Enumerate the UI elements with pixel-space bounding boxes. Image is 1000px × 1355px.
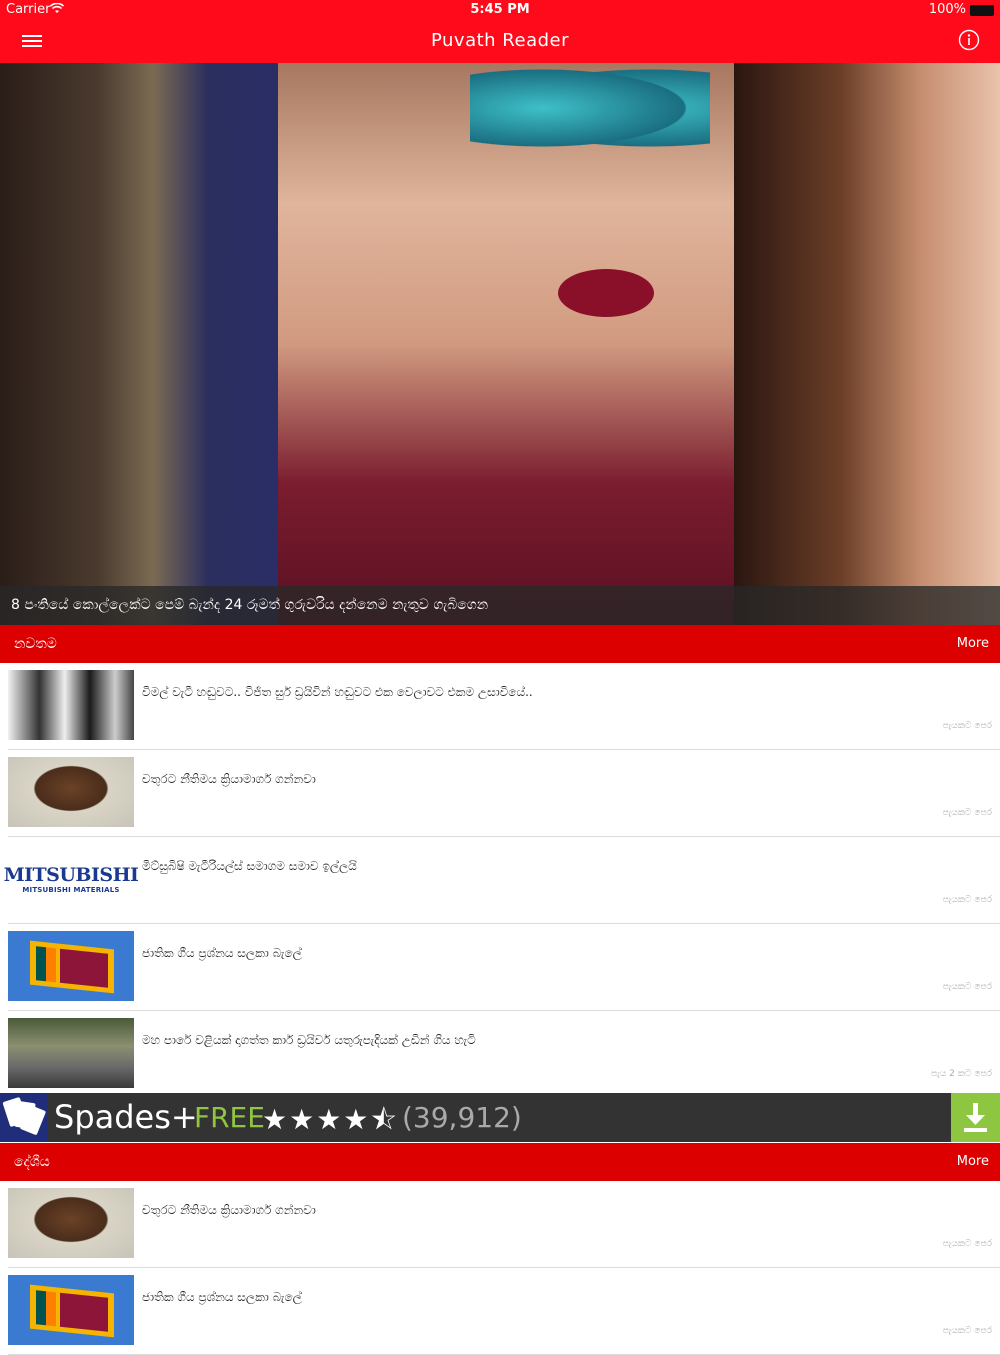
news-headline: මිට්සුබිෂි මැටීරියල්ස් සමාගම සමාව ඉල්ලයි bbox=[142, 859, 357, 873]
section-title: දේශීය bbox=[14, 1154, 50, 1170]
download-icon[interactable] bbox=[951, 1093, 1000, 1142]
more-link[interactable]: More bbox=[957, 636, 989, 651]
news-headline: චතුරට නීතිමය ක්‍රියාමාර්ග ගන්නවා bbox=[142, 1203, 316, 1217]
news-headline: චතුරට නීතිමය ක්‍රියාමාර්ග ගන්නවා bbox=[142, 772, 316, 786]
sri-lanka-flag-icon bbox=[30, 1284, 114, 1338]
app-title: Puvath Reader bbox=[430, 30, 570, 51]
news-timestamp: පැයකට පෙර bbox=[942, 721, 992, 731]
ad-free-label: FREE bbox=[194, 1101, 265, 1134]
news-timestamp: පැයකට පෙර bbox=[942, 982, 992, 992]
section-header-local: දේශීය More bbox=[0, 1143, 1000, 1181]
hero-image-right bbox=[734, 63, 1000, 625]
battery-icon bbox=[970, 5, 994, 16]
ad-app-name: Spades+ bbox=[54, 1098, 198, 1136]
news-thumbnail bbox=[8, 1018, 134, 1088]
news-thumbnail bbox=[8, 1275, 134, 1345]
spades-app-icon bbox=[0, 1093, 47, 1142]
hero-image-left bbox=[0, 63, 278, 625]
news-headline: ජාතික ගීය ප්‍රශ්නය සලකා බැලේ bbox=[142, 1290, 302, 1304]
news-list-item[interactable]: චතුරට නීතිමය ක්‍රියාමාර්ග ගන්නවා පැයකට පෙ… bbox=[8, 1181, 1000, 1268]
news-thumbnail bbox=[8, 670, 134, 740]
news-headline: මහ පාරේ වළියක් දාගත්ත කාර් ඩ්‍රයිවර් යතු… bbox=[142, 1033, 476, 1047]
section-header-latest: නවතම More bbox=[0, 625, 1000, 663]
featured-story[interactable] bbox=[0, 63, 1000, 625]
news-list-latest: විමල් වැටී හඬුවට.. විජිත සුර් ඩ්‍රයිවින්… bbox=[0, 663, 1000, 1098]
featured-caption[interactable]: 8 පංතියේ කොල්ලෙක්ට පෙම් බැන්ද 24 රූමත් ග… bbox=[0, 586, 1000, 625]
hero-image-detail bbox=[558, 269, 654, 317]
ad-rating-count: (39,912) bbox=[402, 1101, 522, 1134]
news-list-item[interactable]: ජාතික ගීය ප්‍රශ්නය සලකා බැලේ පැයකට පෙර bbox=[8, 924, 1000, 1011]
news-list-item[interactable]: විමල් වැටී හඬුවට.. විජිත සුර් ඩ්‍රයිවින්… bbox=[8, 663, 1000, 750]
news-timestamp: පැය 2 කට පෙර bbox=[931, 1069, 992, 1079]
news-thumbnail bbox=[8, 1188, 134, 1258]
battery-percent: 100% bbox=[928, 2, 966, 17]
sri-lanka-flag-icon bbox=[30, 940, 114, 994]
nav-bar: Puvath Reader bbox=[0, 20, 1000, 63]
hero-image-detail bbox=[470, 63, 710, 153]
ad-banner[interactable]: Spades+ FREE ★★★★⯪ (39,912) bbox=[0, 1093, 1000, 1142]
news-timestamp: පැයකට පෙර bbox=[942, 808, 992, 818]
news-headline: විමල් වැටී හඬුවට.. විජිත සුර් ඩ්‍රයිවින්… bbox=[142, 685, 533, 699]
news-list-item[interactable]: මහ පාරේ වළියක් දාගත්ත කාර් ඩ්‍රයිවර් යතු… bbox=[8, 1011, 1000, 1098]
status-time: 5:45 PM bbox=[470, 2, 530, 17]
news-list-item[interactable]: ජාතික ගීය ප්‍රශ්නය සලකා බැලේ පැයකට පෙර bbox=[8, 1268, 1000, 1355]
news-headline: ජාතික ගීය ප්‍රශ්නය සලකා බැලේ bbox=[142, 946, 302, 960]
section-title: නවතම bbox=[14, 636, 57, 652]
news-timestamp: පැයකට පෙර bbox=[942, 1239, 992, 1249]
news-thumbnail: MITSUBISHI MITSUBISHI MATERIALS bbox=[4, 844, 139, 914]
news-list-item[interactable]: MITSUBISHI MITSUBISHI MATERIALS මිට්සුබිෂි… bbox=[4, 837, 1000, 924]
news-thumbnail bbox=[8, 757, 134, 827]
news-timestamp: පැයකට පෙර bbox=[942, 1326, 992, 1336]
news-list-item[interactable]: චතුරට නීතිමය ක්‍රියාමාර්ග ගන්නවා පැයකට පෙ… bbox=[8, 750, 1000, 837]
status-bar: Carrier 5:45 PM 100% bbox=[0, 0, 1000, 20]
info-icon[interactable] bbox=[958, 29, 980, 51]
mitsubishi-logo-sub: MITSUBISHI MATERIALS bbox=[22, 886, 120, 894]
mitsubishi-logo: MITSUBISHI bbox=[3, 864, 139, 886]
rating-stars-icon: ★★★★⯪ bbox=[262, 1103, 399, 1136]
news-timestamp: පැයකට පෙර bbox=[942, 895, 992, 905]
news-list-local: චතුරට නීතිමය ක්‍රියාමාර්ග ගන්නවා පැයකට පෙ… bbox=[0, 1181, 1000, 1355]
more-link[interactable]: More bbox=[957, 1154, 989, 1169]
news-thumbnail bbox=[8, 931, 134, 1001]
